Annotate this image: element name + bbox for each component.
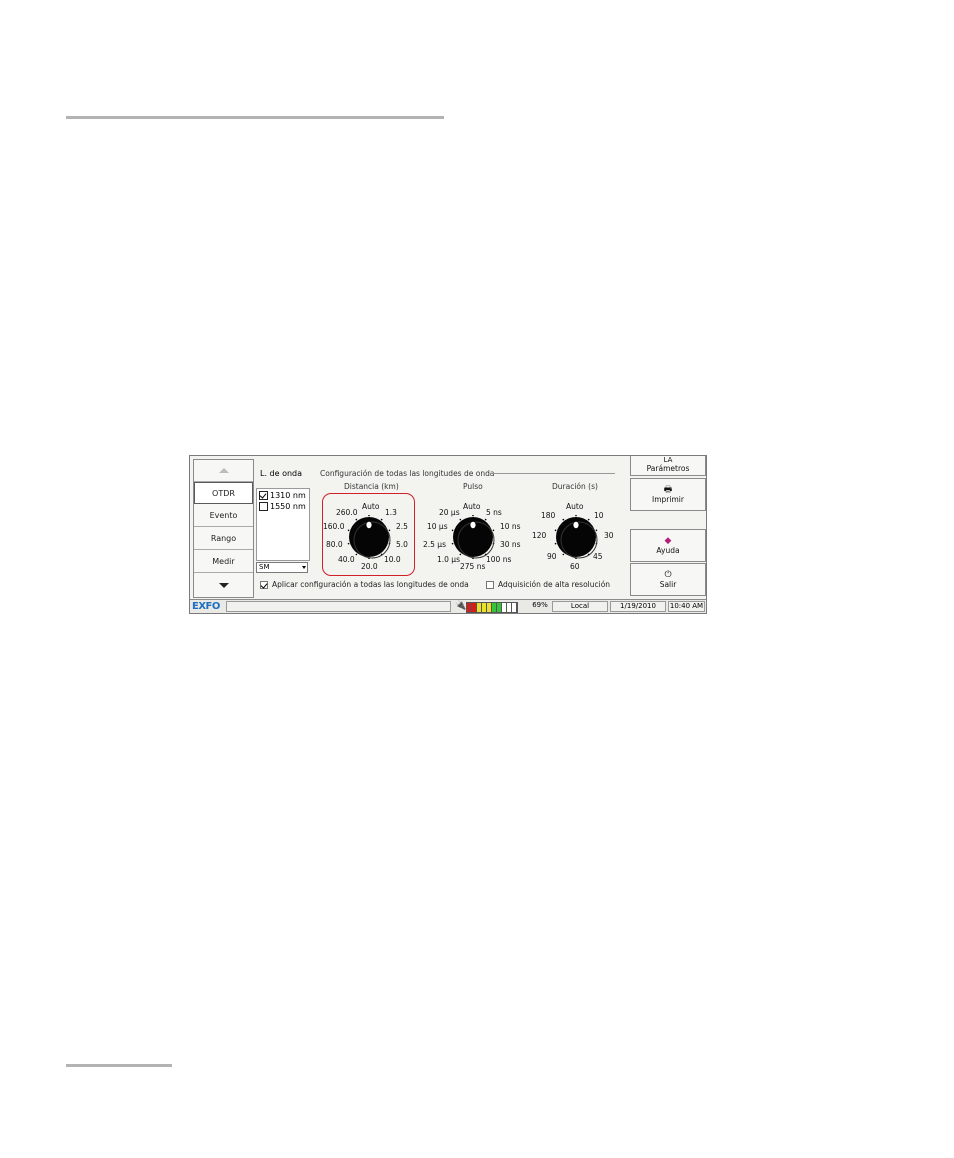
high-res-checkbox[interactable] (486, 580, 494, 589)
tab-otdr[interactable]: OTDR (194, 482, 253, 504)
nav-down-button[interactable] (194, 574, 253, 596)
pulse-label-100ns: 100 ns (486, 555, 512, 564)
duration-label-30: 30 (604, 531, 614, 540)
duration-label-auto: Auto (566, 502, 584, 511)
tab-navigation: OTDR Evento Rango Medir (193, 459, 254, 598)
knob-tick (451, 529, 454, 532)
duration-label-10: 10 (594, 511, 604, 520)
wavelength-1550-label: 1550 nm (270, 502, 306, 511)
wavelength-1550-checkbox[interactable] (259, 502, 268, 511)
tab-otdr-label: OTDR (212, 488, 235, 498)
pulse-label-20us: 20 µs (439, 508, 460, 517)
duration-label-60: 60 (570, 562, 580, 571)
high-res-label: Adquisición de alta resolución (498, 580, 611, 589)
knob-tick (554, 542, 557, 545)
pulse-label-10ns: 10 ns (500, 522, 521, 531)
pulse-label-275ns: 275 ns (460, 562, 486, 571)
printer-icon: 🖶 (663, 485, 673, 495)
nav-up-button[interactable] (194, 460, 253, 482)
wavelength-1310-label: 1310 nm (270, 491, 306, 500)
print-label: Imprimir (652, 495, 684, 504)
knob-tick (472, 515, 474, 517)
tab-evento-label: Evento (209, 511, 238, 520)
power-icon: ⏻ (664, 570, 672, 580)
status-bar: EXFO 🔌 69% Local 1/19/2010 10:40 AM (190, 599, 706, 613)
wavelength-list: 1310 nm 1550 nm (256, 488, 310, 561)
pulse-title: Pulso (463, 482, 483, 491)
exfo-logo: EXFO (192, 601, 220, 612)
knob-tick (451, 542, 454, 545)
arrow-up-icon (218, 468, 229, 473)
battery-segment (512, 603, 517, 612)
date-display: 1/19/2010 (610, 601, 666, 612)
knob-tick (554, 529, 557, 532)
tab-medir-label: Medir (212, 557, 235, 566)
help-book-icon: ◆ (664, 536, 672, 546)
wavelength-1310-checkbox[interactable] (259, 491, 268, 500)
config-group-divider (490, 473, 615, 474)
knob-tick (459, 518, 462, 521)
knob-tick (484, 518, 487, 521)
tab-rango[interactable]: Rango (194, 528, 253, 550)
pulse-knob[interactable] (451, 515, 495, 559)
parameters-label: Parámetros (646, 463, 690, 473)
time-display: 10:40 AM (668, 601, 705, 612)
otdr-settings-screen: OTDR Evento Rango Medir L. de onda 1310 … (189, 455, 707, 614)
pulse-label-auto: Auto (463, 502, 481, 511)
chevron-down-icon (302, 566, 306, 569)
pulse-label-5ns: 5 ns (486, 508, 502, 517)
power-plug-icon: 🔌 (455, 601, 467, 611)
knob-tick (587, 518, 590, 521)
wavelength-1310[interactable]: 1310 nm (259, 491, 306, 500)
exit-button[interactable]: ⏻ Salir (630, 563, 706, 596)
battery-percent: 69% (532, 601, 548, 609)
wavelength-1550[interactable]: 1550 nm (259, 502, 306, 511)
config-group-title: Configuración de todas las longitudes de… (320, 469, 495, 478)
help-label: Ayuda (656, 546, 680, 555)
parameters-top-label: LA (663, 455, 673, 464)
tab-evento[interactable]: Evento (194, 505, 253, 527)
top-rule (66, 116, 444, 119)
high-res-option[interactable]: Adquisición de alta resolución (486, 580, 610, 589)
tab-rango-label: Rango (210, 534, 237, 543)
duration-label-45: 45 (593, 552, 603, 561)
fiber-type-value: SM (259, 563, 270, 571)
duration-label-90: 90 (547, 552, 557, 561)
knob-tick (562, 518, 565, 521)
exit-label: Salir (659, 580, 677, 589)
apply-all-option[interactable]: Aplicar configuración a todas las longit… (260, 580, 469, 589)
knob-tick (492, 529, 495, 532)
duration-label-180: 180 (541, 511, 556, 520)
parameters-button[interactable]: LA Parámetros (630, 455, 706, 476)
duration-knob[interactable] (554, 515, 598, 559)
distance-highlight-box (322, 493, 415, 576)
apply-all-checkbox[interactable] (260, 580, 268, 589)
mode-indicator: Local (552, 601, 608, 612)
fiber-type-select[interactable]: SM (256, 562, 308, 573)
pulse-label-30ns: 30 ns (500, 540, 521, 549)
knob-tick (575, 515, 577, 517)
print-button[interactable]: 🖶 Imprimir (630, 478, 706, 511)
status-message-area (226, 601, 451, 612)
bottom-rule (66, 1064, 172, 1067)
help-button[interactable]: ◆ Ayuda (630, 529, 706, 562)
duration-label-120: 120 (532, 531, 547, 540)
tab-medir[interactable]: Medir (194, 551, 253, 573)
battery-meter (466, 602, 518, 613)
arrow-down-icon (218, 582, 229, 588)
pulse-label-1us: 1.0 µs (437, 555, 460, 564)
knob-tick (562, 553, 565, 556)
distance-title: Distancia (km) (344, 482, 399, 491)
pulse-label-10us: 10 µs (427, 522, 448, 531)
duration-title: Duración (s) (552, 482, 598, 491)
wavelength-title: L. de onda (260, 469, 303, 478)
apply-all-label: Aplicar configuración a todas las longit… (272, 580, 469, 589)
knob-tick (595, 529, 598, 532)
pulse-label-2-5us: 2.5 µs (423, 540, 446, 549)
